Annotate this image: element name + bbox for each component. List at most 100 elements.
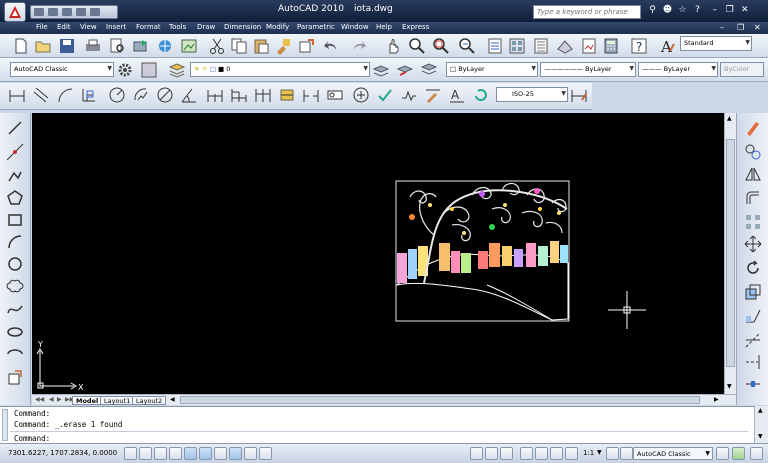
break-at-point-icon[interactable] <box>744 375 762 393</box>
tab-nav-first-icon[interactable]: ◀◀ <box>35 396 44 403</box>
quick-access-toolbar[interactable] <box>30 5 118 19</box>
menu-modify[interactable]: Modify <box>266 23 289 31</box>
horizontal-scroll-thumb[interactable] <box>180 396 700 404</box>
polar-tracking-button[interactable] <box>169 447 182 460</box>
rotate-icon[interactable] <box>744 259 762 277</box>
properties-icon[interactable] <box>486 37 504 55</box>
layer-previous-icon[interactable] <box>396 61 414 79</box>
zoom-window-icon[interactable] <box>432 37 450 55</box>
steering-wheel-button[interactable] <box>550 447 563 460</box>
ellipse-icon[interactable] <box>6 323 24 341</box>
text-style-icon[interactable]: A <box>658 37 676 56</box>
menu-dimension[interactable]: Dimension <box>224 23 261 31</box>
rectangle-icon[interactable] <box>6 211 24 229</box>
annotation-scale-chevron-icon[interactable]: ▼ <box>597 449 602 456</box>
tab-layout1[interactable]: Layout1 <box>100 396 135 405</box>
menu-close-icon[interactable]: ✕ <box>754 23 761 32</box>
design-center-icon[interactable] <box>508 37 526 55</box>
dynamic-ucs-button[interactable] <box>214 447 227 460</box>
text-style-select[interactable]: Standard ▼ <box>680 36 752 51</box>
application-menu-button[interactable] <box>4 2 26 22</box>
insert-block-icon[interactable] <box>6 369 24 387</box>
baseline-dimension-icon[interactable] <box>230 86 248 104</box>
copy-object-icon[interactable] <box>744 143 762 161</box>
quick-properties-button[interactable] <box>259 447 272 460</box>
circle-icon[interactable] <box>6 255 24 273</box>
workspace-toolbar-icon[interactable] <box>140 61 158 79</box>
annotation-visibility-button[interactable] <box>606 447 619 460</box>
save-file-icon[interactable] <box>58 37 76 55</box>
scale-icon[interactable] <box>744 283 762 301</box>
radius-dimension-icon[interactable] <box>108 86 126 104</box>
polygon-icon[interactable] <box>6 189 24 207</box>
close-icon[interactable]: ✕ <box>738 4 751 17</box>
inspect-icon[interactable] <box>376 86 394 104</box>
menu-express[interactable]: Express <box>402 23 429 31</box>
menu-draw[interactable]: Draw <box>197 23 215 31</box>
dimension-space-icon[interactable] <box>278 86 296 104</box>
erase-icon[interactable] <box>744 119 762 137</box>
object-snap-button[interactable] <box>184 447 197 460</box>
workspace-select[interactable]: AutoCAD Classic ▼ <box>10 62 114 77</box>
scroll-up-icon[interactable]: ▲ <box>727 115 732 122</box>
redo-icon[interactable] <box>90 8 100 16</box>
vertical-scroll-thumb[interactable] <box>726 139 735 367</box>
scroll-right-icon[interactable]: ▶ <box>714 396 719 403</box>
undo-icon[interactable] <box>76 8 86 16</box>
dynamic-input-button[interactable] <box>229 447 242 460</box>
ordinate-dimension-icon[interactable] <box>80 86 98 104</box>
publish-to-web-icon[interactable] <box>180 37 198 55</box>
center-mark-icon[interactable] <box>352 86 370 104</box>
dimension-break-icon[interactable] <box>302 86 320 104</box>
command-window-grip[interactable] <box>2 409 8 441</box>
zoom-realtime-icon[interactable] <box>408 37 426 55</box>
annotation-scale-value[interactable]: 1:1 <box>583 449 594 457</box>
array-icon[interactable] <box>744 213 762 231</box>
menu-insert[interactable]: Insert <box>106 23 126 31</box>
ortho-mode-button[interactable] <box>154 447 167 460</box>
search-input[interactable] <box>533 5 641 19</box>
command-scroll-up-icon[interactable]: ▲ <box>758 407 763 414</box>
dimension-style-select[interactable]: ISO-25 ▼ <box>496 87 568 102</box>
save-icon[interactable] <box>62 8 72 16</box>
help-toolbar-icon[interactable]: ? <box>630 37 648 55</box>
trim-icon[interactable] <box>744 331 762 349</box>
line-tool-icon[interactable] <box>6 119 24 137</box>
match-properties-icon[interactable] <box>274 37 292 55</box>
binoculars-icon[interactable]: ⚲ <box>646 4 659 17</box>
menu-window[interactable]: Window <box>341 23 369 31</box>
menu-edit[interactable]: Edit <box>57 23 71 31</box>
mirror-icon[interactable] <box>744 165 762 183</box>
quickcalc-icon[interactable] <box>602 37 620 55</box>
plot-preview-icon[interactable] <box>108 37 126 55</box>
menu-minimize-icon[interactable]: – <box>720 23 724 32</box>
block-editor-icon[interactable] <box>298 37 316 55</box>
layer-select[interactable]: ☀ ☼ □ ■ 0 ▼ <box>190 62 370 77</box>
command-scroll-down-icon[interactable]: ▼ <box>758 433 763 440</box>
menu-view[interactable]: View <box>80 23 97 31</box>
linear-dimension-icon[interactable] <box>8 86 26 104</box>
aligned-dimension-icon[interactable] <box>32 86 50 104</box>
scroll-left-icon[interactable]: ◀ <box>170 396 175 403</box>
restore-icon[interactable]: ❐ <box>723 4 736 17</box>
horizontal-scrollbar[interactable]: ◀ ▶ <box>168 394 736 405</box>
diameter-dimension-icon[interactable] <box>156 86 174 104</box>
linetype-select[interactable]: —————— ByLayer ▼ <box>540 62 636 77</box>
hardware-acceleration-button[interactable] <box>732 447 745 460</box>
paste-icon[interactable] <box>252 37 270 55</box>
redo-arrow-icon[interactable] <box>350 37 368 55</box>
ellipse-arc-icon[interactable] <box>6 345 24 363</box>
jogged-dimension-icon[interactable] <box>132 86 150 104</box>
menu-tools[interactable]: Tools <box>169 23 186 31</box>
pan-status-button[interactable] <box>520 447 533 460</box>
scroll-down-icon[interactable]: ▼ <box>727 383 732 390</box>
auto-scale-button[interactable] <box>620 447 633 460</box>
quick-view-drawings-button[interactable] <box>500 447 513 460</box>
color-select[interactable]: □ ByLayer ▼ <box>446 62 538 77</box>
drawing-canvas[interactable]: Y X <box>32 113 724 394</box>
workspace-settings-gear-icon[interactable] <box>116 61 134 79</box>
workspace-switch[interactable]: AutoCAD Classic ▼ <box>633 447 713 460</box>
qnew-icon[interactable] <box>12 37 30 55</box>
object-snap-tracking-button[interactable] <box>199 447 212 460</box>
grid-display-button[interactable] <box>139 447 152 460</box>
